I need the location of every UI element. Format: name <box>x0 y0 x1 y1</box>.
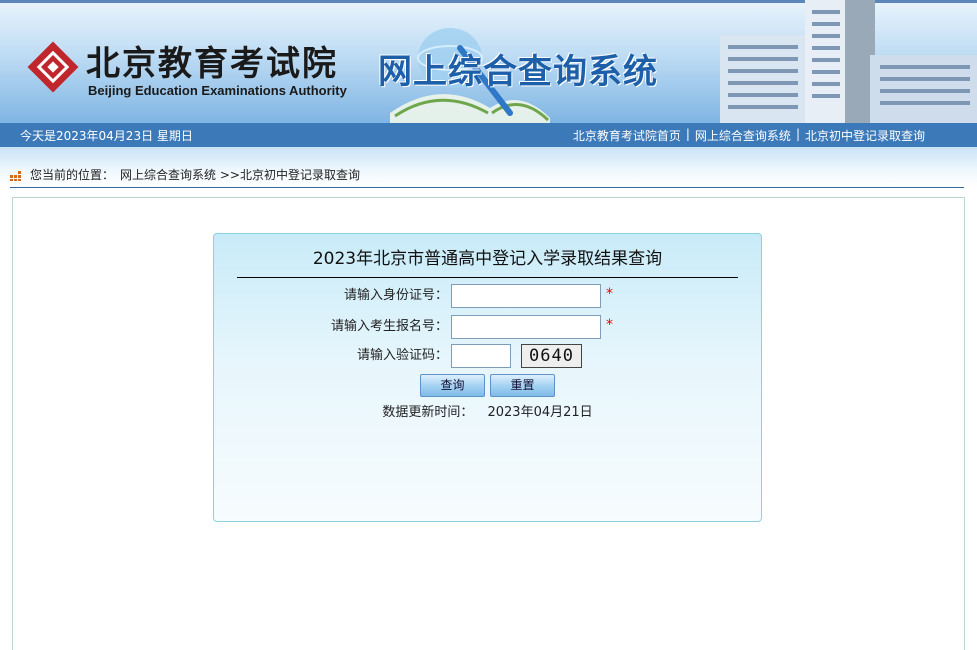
nav-link-junior-admission[interactable]: 北京初中登记录取查询 <box>805 127 925 144</box>
top-nav-bar: 今天是2023年04月23日 星期日 北京教育考试院首页 | 网上综合查询系统 … <box>0 123 977 147</box>
breadcrumb-prefix: 您当前的位置： <box>30 168 115 182</box>
id-number-label: 请输入身份证号： <box>343 288 448 303</box>
captcha-label: 请输入验证码： <box>356 348 448 363</box>
breadcrumb-divider <box>10 187 964 188</box>
data-update-time: 数据更新时间： 2023年04月21日 <box>214 401 761 420</box>
captcha-image[interactable]: 0640 <box>521 344 582 368</box>
required-mark: * <box>606 286 613 302</box>
current-date: 今天是2023年04月23日 星期日 <box>20 129 193 143</box>
update-time-label: 数据更新时间： <box>382 405 474 420</box>
nav-separator: | <box>685 127 690 141</box>
logo-english-text: Beijing Education Examinations Authority <box>88 83 347 98</box>
update-time-value: 2023年04月21日 <box>487 405 593 420</box>
logo-chinese-text: 北京教育考试院 <box>86 44 338 84</box>
building-illustration <box>720 0 977 123</box>
nav-link-query-system[interactable]: 网上综合查询系统 <box>695 127 791 144</box>
query-panel: 2023年北京市普通高中登记入学录取结果查询 请输入身份证号： * 请输入考生报… <box>213 233 762 522</box>
required-mark: * <box>606 317 613 333</box>
captcha-input[interactable] <box>451 344 511 368</box>
title-divider <box>237 277 738 278</box>
breadcrumb-path[interactable]: 网上综合查询系统 >>北京初中登记录取查询 <box>120 166 360 183</box>
id-number-input[interactable] <box>451 284 601 308</box>
registration-number-label: 请输入考生报名号： <box>330 319 448 334</box>
breadcrumb: 您当前的位置： 网上综合查询系统 >>北京初中登记录取查询 <box>10 166 360 183</box>
reset-button[interactable]: 重置 <box>490 374 555 397</box>
registration-number-input[interactable] <box>451 315 601 339</box>
header-banner: 北京教育考试院 Beijing Education Examinations A… <box>0 0 977 123</box>
logo-emblem-icon <box>27 41 79 93</box>
nav-links: 北京教育考试院首页 | 网上综合查询系统 | 北京初中登记录取查询 <box>573 127 925 144</box>
nav-link-home[interactable]: 北京教育考试院首页 <box>573 127 681 144</box>
breadcrumb-grid-icon <box>10 170 21 181</box>
system-title: 网上综合查询系统 <box>378 52 658 92</box>
query-button[interactable]: 查询 <box>420 374 485 397</box>
query-title: 2023年北京市普通高中登记入学录取结果查询 <box>312 249 663 269</box>
nav-separator: | <box>795 127 800 141</box>
